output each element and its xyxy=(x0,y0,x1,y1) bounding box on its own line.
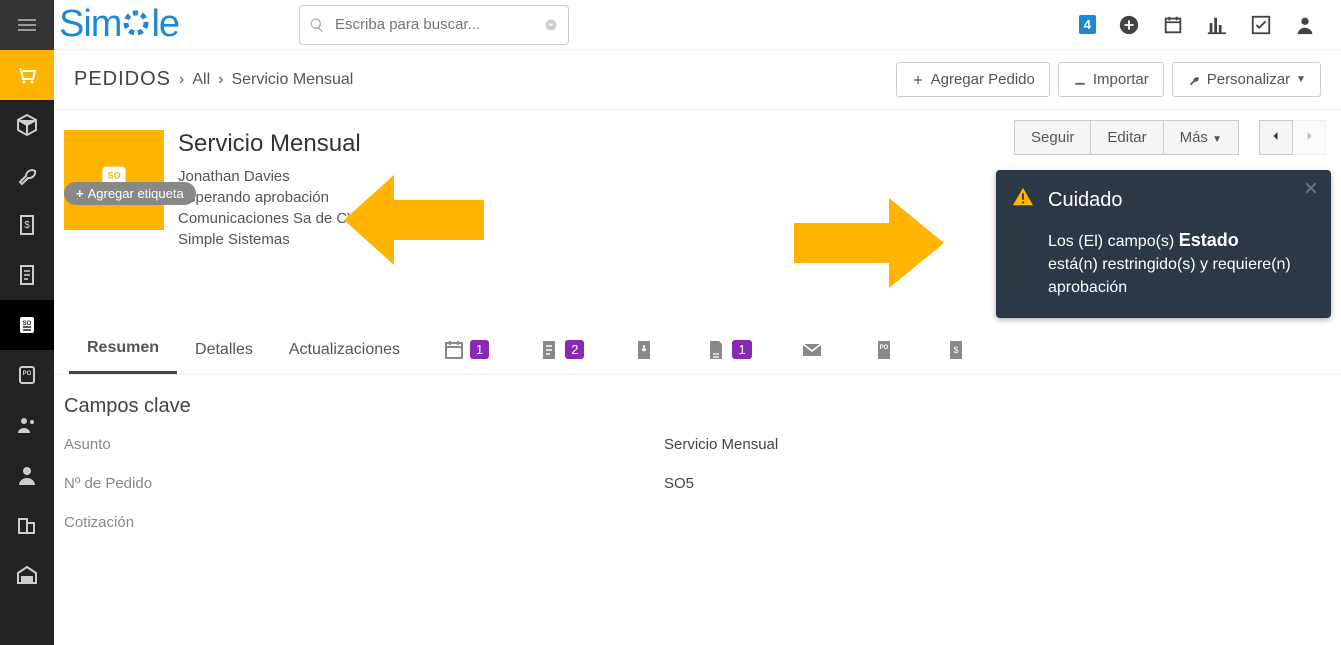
search-icon xyxy=(309,17,325,33)
sidebar-item-company[interactable] xyxy=(0,500,54,550)
sidebar-item-profile[interactable] xyxy=(0,450,54,500)
svg-text:PO: PO xyxy=(879,345,888,351)
svg-text:SO: SO xyxy=(107,170,120,180)
tab-documents[interactable]: 1 xyxy=(680,328,775,372)
follow-button[interactable]: Seguir xyxy=(1014,120,1091,155)
chevron-icon: › xyxy=(179,71,184,89)
sidebar-item-warehouse[interactable] xyxy=(0,550,54,600)
field-value-subject: Servicio Mensual xyxy=(664,436,778,453)
warning-icon xyxy=(1012,186,1034,208)
chevron-icon: › xyxy=(218,71,223,89)
tab-emails[interactable] xyxy=(776,328,848,372)
tab-activities[interactable]: 1 xyxy=(418,328,513,372)
search-container xyxy=(299,5,569,45)
tab-po[interactable]: PO xyxy=(848,328,920,372)
record-status: Esperando aprobación xyxy=(178,187,361,208)
toast-message: Los (El) campo(s) Estado está(n) restrin… xyxy=(1048,227,1291,300)
close-icon[interactable] xyxy=(1303,180,1319,196)
prev-record-button[interactable] xyxy=(1259,120,1293,155)
customize-button[interactable]: Personalizar ▼ xyxy=(1172,62,1321,97)
breadcrumb-all[interactable]: All xyxy=(192,71,210,89)
header-actions: Seguir Editar Más ▼ xyxy=(1014,120,1326,155)
notification-badge[interactable]: 4 xyxy=(1079,15,1096,34)
svg-text:$: $ xyxy=(953,345,958,355)
field-label-quote: Cotización xyxy=(64,514,664,531)
search-options-icon[interactable] xyxy=(543,17,559,33)
record-info: Servicio Mensual Jonathan Davies Esperan… xyxy=(178,130,361,250)
topbar: Simle 4 xyxy=(0,0,1341,50)
tab-workflow[interactable] xyxy=(608,328,680,372)
breadcrumb-module[interactable]: Pedidos xyxy=(74,68,171,91)
import-button[interactable]: Importar xyxy=(1058,62,1164,97)
record-account: Comunicaciones Sa de CV xyxy=(178,208,361,229)
annotation-arrow-left xyxy=(344,175,484,265)
tasks-icon[interactable] xyxy=(1250,14,1272,36)
sidebar-item-service[interactable] xyxy=(0,150,54,200)
sidebar-item-billing[interactable]: $ xyxy=(0,200,54,250)
add-icon[interactable] xyxy=(1118,14,1140,36)
tab-details[interactable]: Detalles xyxy=(177,327,271,373)
sidebar: $ SO PO xyxy=(0,50,54,645)
top-icons: 4 xyxy=(1079,14,1331,36)
tab-notes[interactable]: 2 xyxy=(513,328,608,372)
record-title: Servicio Mensual xyxy=(178,130,361,158)
main: Pedidos › All › Servicio Mensual Agregar… xyxy=(54,50,1341,645)
search-input[interactable] xyxy=(299,5,569,45)
breadcrumb: Pedidos › All › Servicio Mensual xyxy=(74,68,353,91)
sidebar-item-package[interactable] xyxy=(0,100,54,150)
tab-summary[interactable]: Resumen xyxy=(69,325,177,374)
key-fields-heading: Campos clave xyxy=(64,395,1341,418)
annotation-arrow-right xyxy=(794,198,944,288)
sidebar-item-so[interactable]: SO xyxy=(0,300,54,350)
field-label-number: Nº de Pedido xyxy=(64,475,664,492)
tab-updates[interactable]: Actualizaciones xyxy=(271,327,418,373)
add-order-button[interactable]: Agregar Pedido xyxy=(896,62,1050,97)
sidebar-item-quotes[interactable] xyxy=(0,250,54,300)
toast-title: Cuidado xyxy=(1048,186,1291,215)
record-icon: SO xyxy=(64,130,164,230)
svg-text:PO: PO xyxy=(23,371,32,377)
user-icon[interactable] xyxy=(1294,14,1316,36)
sidebar-item-orders[interactable] xyxy=(0,50,54,100)
field-value-number: SO5 xyxy=(664,475,694,492)
sidebar-item-people[interactable] xyxy=(0,400,54,450)
record-company: Simple Sistemas xyxy=(178,229,361,250)
key-fields: Campos clave Asunto Servicio Mensual Nº … xyxy=(54,375,1341,531)
sidebar-item-po[interactable]: PO xyxy=(0,350,54,400)
warning-toast: Cuidado Los (El) campo(s) Estado está(n)… xyxy=(996,170,1331,318)
add-tag-button[interactable]: +Agregar etiqueta xyxy=(64,182,196,205)
tab-invoices[interactable]: $ xyxy=(920,328,992,372)
breadcrumb-current: Servicio Mensual xyxy=(231,71,353,89)
chart-icon[interactable] xyxy=(1206,14,1228,36)
svg-text:$: $ xyxy=(24,220,30,231)
menu-toggle[interactable] xyxy=(0,0,54,50)
more-button[interactable]: Más ▼ xyxy=(1164,120,1239,155)
svg-text:SO: SO xyxy=(23,321,32,327)
logo: Simle xyxy=(59,3,179,46)
subheader: Pedidos › All › Servicio Mensual Agregar… xyxy=(54,50,1341,110)
field-label-subject: Asunto xyxy=(64,436,664,453)
next-record-button[interactable] xyxy=(1293,120,1326,155)
calendar-icon[interactable] xyxy=(1162,14,1184,36)
record-owner: Jonathan Davies xyxy=(178,166,361,187)
edit-button[interactable]: Editar xyxy=(1091,120,1163,155)
tabs: Resumen Detalles Actualizaciones 1 2 1 P… xyxy=(54,325,1341,375)
